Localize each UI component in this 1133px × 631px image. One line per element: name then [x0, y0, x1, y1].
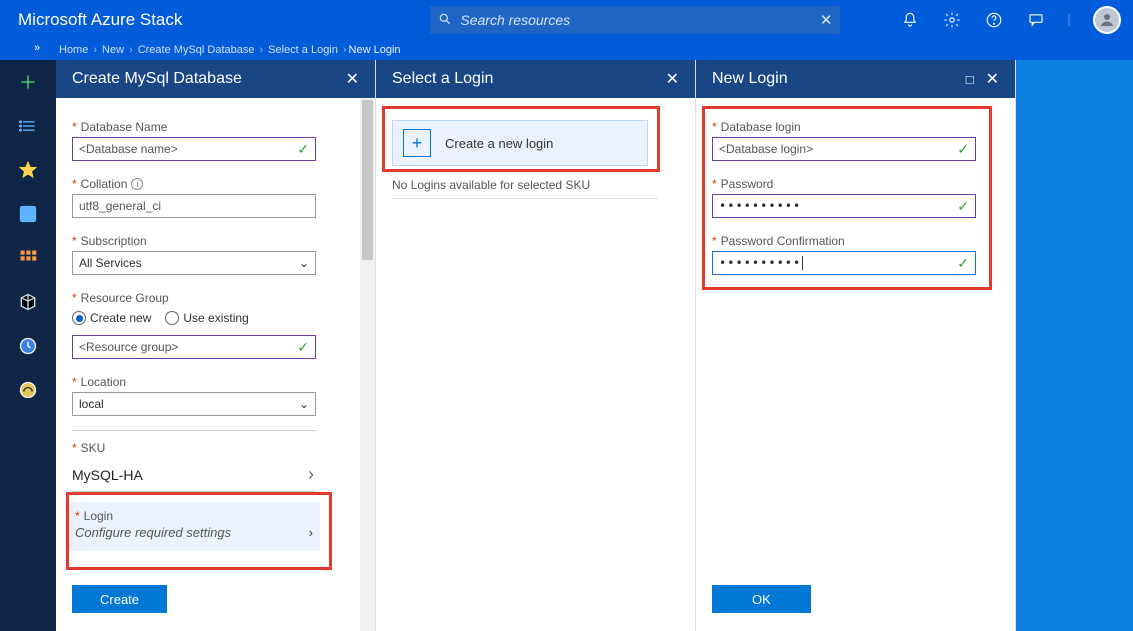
dblogin-input[interactable]: ✓	[712, 137, 976, 161]
stage-background	[1016, 60, 1133, 631]
user-avatar[interactable]	[1093, 6, 1121, 34]
brand-title: Microsoft Azure Stack	[0, 10, 200, 30]
check-icon: ✓	[957, 198, 969, 215]
login-selector[interactable]: *Login Configure required settings ›	[68, 502, 320, 551]
password-confirm-input[interactable]: ••••••••••✓	[712, 251, 976, 275]
nav-new-icon[interactable]	[16, 70, 40, 94]
rg-use-radio[interactable]: Use existing	[165, 311, 248, 325]
crumb-new[interactable]: New	[102, 44, 124, 56]
nav-cube-icon[interactable]	[16, 290, 40, 314]
subscription-select[interactable]: All Services⌄	[72, 251, 316, 275]
create-new-login-tile[interactable]: + Create a new login	[392, 120, 648, 166]
nav-favorites-icon[interactable]	[16, 158, 40, 182]
nav-clock-icon[interactable]	[16, 334, 40, 358]
help-icon[interactable]	[973, 0, 1015, 40]
ok-button[interactable]: OK	[712, 585, 811, 613]
crumb-current: New Login	[349, 44, 401, 56]
topbar-divider	[1057, 0, 1081, 40]
location-label: Location	[81, 375, 126, 389]
nav-gauge-icon[interactable]	[16, 378, 40, 402]
check-icon: ✓	[957, 141, 969, 158]
breadcrumb: Home› New› Create MySql Database› Select…	[0, 40, 1133, 60]
search-clear-icon[interactable]: ✕	[820, 11, 833, 29]
search-icon	[438, 12, 452, 29]
nav-list-icon[interactable]	[16, 114, 40, 138]
chevron-down-icon: ⌄	[299, 397, 309, 411]
blade2-close-icon[interactable]: ✕	[666, 69, 679, 89]
settings-icon[interactable]	[931, 0, 973, 40]
sku-label: SKU	[81, 441, 106, 455]
crumb-select[interactable]: Select a Login	[268, 44, 338, 56]
info-icon[interactable]: i	[131, 178, 143, 190]
blade-select-login: Select a Login ✕ + Create a new login No…	[376, 60, 696, 631]
blade3-title: New Login	[712, 70, 788, 88]
password-input[interactable]: ••••••••••✓	[712, 194, 976, 218]
crumb-create[interactable]: Create MySql Database	[138, 44, 255, 56]
expand-nav-icon[interactable]: »	[34, 42, 40, 54]
left-nav	[0, 60, 56, 631]
no-logins-msg: No Logins available for selected SKU	[392, 178, 679, 192]
plus-icon: +	[403, 129, 431, 157]
chevron-right-icon: ›	[309, 525, 313, 540]
blade-new-login: New Login □ ✕ *Database login ✓ *Passwor…	[696, 60, 1016, 631]
notifications-icon[interactable]	[889, 0, 931, 40]
rg-label: Resource Group	[81, 291, 169, 305]
crumb-home[interactable]: Home	[59, 44, 88, 56]
collation-label: Collation	[81, 177, 128, 191]
collation-input[interactable]	[72, 194, 316, 218]
chevron-right-icon: ›	[308, 464, 314, 485]
dbname-label: Database Name	[81, 120, 168, 134]
blade3-close-icon[interactable]: ✕	[986, 69, 999, 89]
rg-create-radio[interactable]: Create new	[72, 311, 151, 325]
blade-create-mysql: Create MySql Database ✕ *Database Name ✓…	[56, 60, 376, 631]
create-button[interactable]: Create	[72, 585, 167, 613]
password-label: Password	[721, 177, 774, 191]
location-select[interactable]: local⌄	[72, 392, 316, 416]
login-label: Login	[84, 509, 113, 523]
dblogin-label: Database login	[721, 120, 801, 134]
blade2-title: Select a Login	[392, 70, 493, 88]
check-icon: ✓	[297, 339, 309, 356]
blade1-close-icon[interactable]: ✕	[346, 69, 359, 89]
rg-input[interactable]: ✓	[72, 335, 316, 359]
login-sub: Configure required settings	[75, 525, 231, 540]
blade1-title: Create MySql Database	[72, 70, 242, 88]
search-input[interactable]	[452, 12, 819, 28]
nav-dashboard-icon[interactable]	[16, 202, 40, 226]
nav-grid-icon[interactable]	[16, 246, 40, 270]
check-icon: ✓	[297, 141, 309, 158]
dbname-input[interactable]: ✓	[72, 137, 316, 161]
sku-selector[interactable]: MySQL-HA ›	[72, 458, 316, 487]
chevron-down-icon: ⌄	[299, 256, 309, 270]
check-icon: ✓	[957, 255, 969, 272]
blade3-maximize-icon[interactable]: □	[966, 72, 974, 87]
subscription-label: Subscription	[81, 234, 147, 248]
global-search[interactable]: ✕	[430, 6, 840, 34]
feedback-icon[interactable]	[1015, 0, 1057, 40]
password-confirm-label: Password Confirmation	[721, 234, 845, 248]
